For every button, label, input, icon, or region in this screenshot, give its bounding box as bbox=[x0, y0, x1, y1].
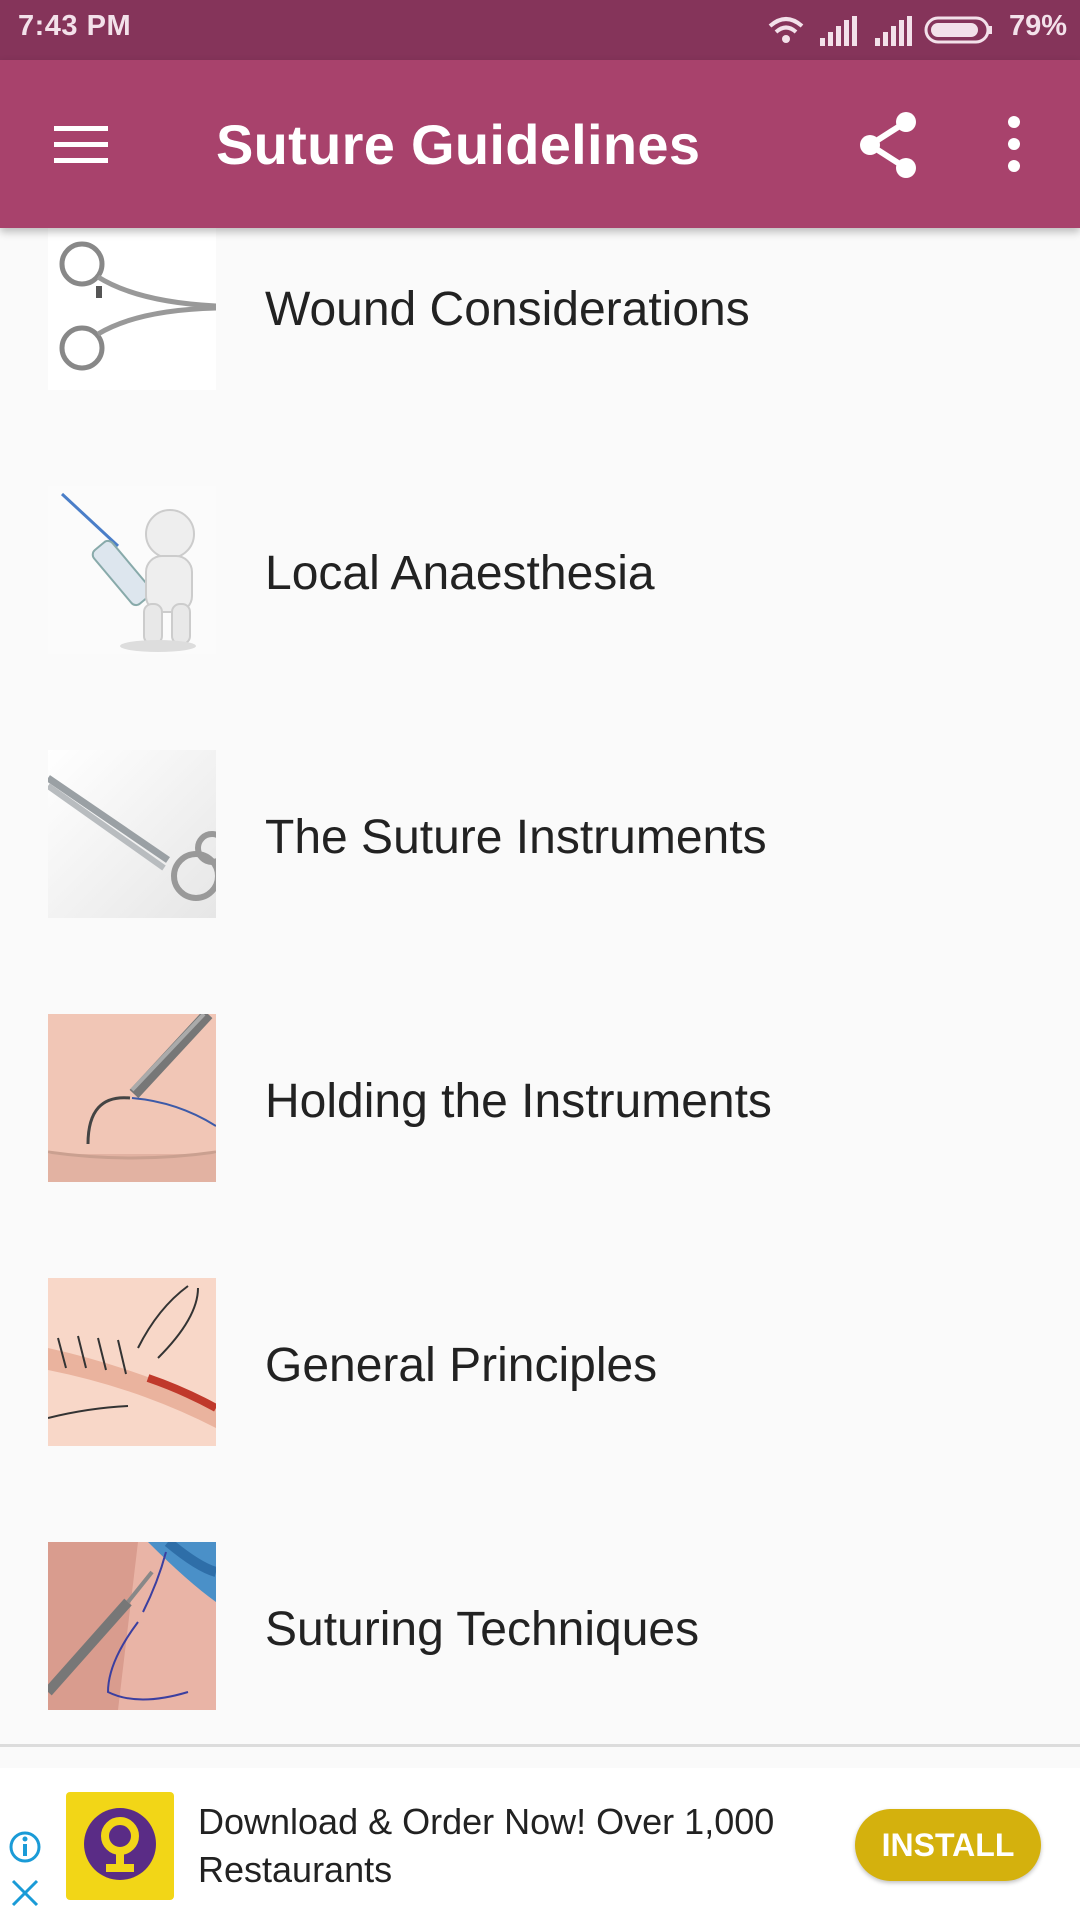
menu-icon[interactable] bbox=[50, 118, 112, 170]
battery-percent: 79% bbox=[1009, 10, 1068, 42]
ad-text[interactable]: Download & Order Now! Over 1,000 Restaur… bbox=[198, 1798, 798, 1894]
more-vert-icon[interactable] bbox=[996, 114, 1032, 174]
topic-list: Wound Considerations Local Anaesthesia T… bbox=[0, 228, 1080, 1744]
battery-icon bbox=[924, 16, 992, 44]
list-item-label: Local Anaesthesia bbox=[265, 547, 655, 600]
status-time: 7:43 PM bbox=[18, 10, 132, 42]
list-item-wound-considerations[interactable]: Wound Considerations bbox=[0, 228, 1080, 438]
ad-info-icon[interactable] bbox=[8, 1830, 42, 1864]
share-icon[interactable] bbox=[856, 110, 922, 180]
signal-icon bbox=[820, 16, 857, 46]
list-item-suturing-techniques[interactable]: Suturing Techniques bbox=[0, 1494, 1080, 1744]
divider bbox=[0, 1744, 1080, 1747]
signal-icon bbox=[875, 16, 912, 46]
needle-holder-image bbox=[48, 750, 216, 918]
list-item-suture-instruments[interactable]: The Suture Instruments bbox=[0, 702, 1080, 966]
suturing-practice-image bbox=[48, 1542, 216, 1710]
status-bar: 7:43 PM 79% bbox=[0, 0, 1080, 60]
list-item-holding-instruments[interactable]: Holding the Instruments bbox=[0, 966, 1080, 1230]
app-bar: Suture Guidelines bbox=[0, 60, 1080, 228]
install-button[interactable]: INSTALL bbox=[855, 1809, 1041, 1881]
list-item-label: General Principles bbox=[265, 1339, 658, 1392]
list-item-general-principles[interactable]: General Principles bbox=[0, 1230, 1080, 1494]
sutured-wound-image bbox=[48, 1278, 216, 1446]
page-title: Suture Guidelines bbox=[216, 113, 701, 176]
needle-on-skin-image bbox=[48, 1014, 216, 1182]
forceps-image bbox=[48, 228, 216, 390]
wifi-icon bbox=[768, 17, 804, 43]
list-item-label: Suturing Techniques bbox=[265, 1603, 700, 1656]
list-item-local-anaesthesia[interactable]: Local Anaesthesia bbox=[0, 438, 1080, 702]
list-item-label: Wound Considerations bbox=[265, 283, 750, 336]
ad-close-icon[interactable] bbox=[8, 1876, 42, 1910]
list-item-label: The Suture Instruments bbox=[265, 811, 767, 864]
list-item-label: Holding the Instruments bbox=[265, 1075, 772, 1128]
syringe-figure-image bbox=[48, 486, 216, 654]
ad-banner[interactable]: Download & Order Now! Over 1,000 Restaur… bbox=[0, 1768, 1080, 1920]
app-logo-icon[interactable] bbox=[66, 1792, 174, 1900]
